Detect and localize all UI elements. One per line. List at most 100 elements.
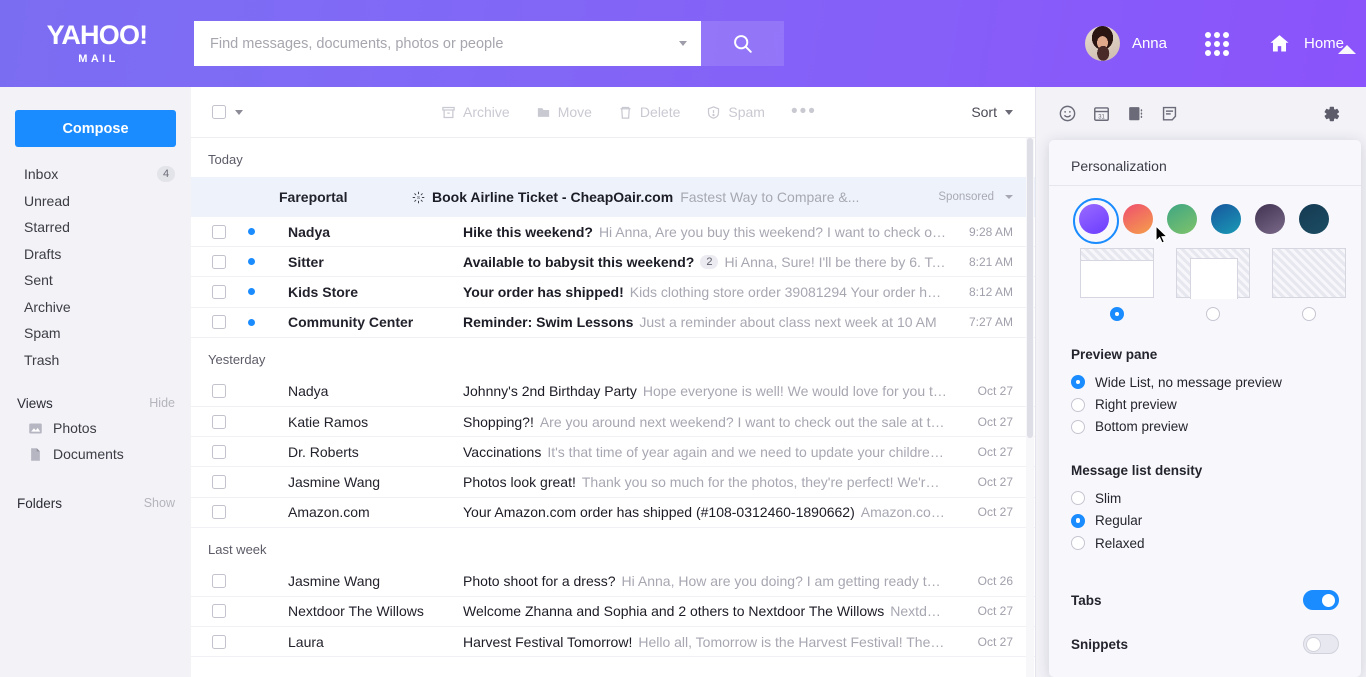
density-radio[interactable]	[1071, 513, 1085, 528]
theme-sunset[interactable]	[1123, 204, 1153, 234]
row-checkbox[interactable]	[212, 474, 226, 489]
theme-purple[interactable]	[1073, 198, 1119, 244]
search-dropdown-chevron-down-icon[interactable]	[679, 41, 687, 46]
sponsored-row[interactable]: Fareportal S Book Airline Ticket - Cheap…	[191, 177, 1035, 217]
search-button[interactable]	[701, 21, 784, 66]
table-row[interactable]: Community Center Reminder: Swim Lessons …	[191, 307, 1035, 338]
layout-full-pattern-radio[interactable]	[1302, 307, 1316, 321]
sidebar-view-documents[interactable]: Documents	[0, 441, 191, 467]
layout-top-band-radio[interactable]	[1110, 307, 1124, 321]
sort-button[interactable]: Sort	[971, 104, 1013, 120]
theme-ocean[interactable]	[1211, 204, 1241, 234]
sidebar-item-trash[interactable]: Trash	[0, 347, 191, 374]
preview-pane-radio[interactable]	[1071, 375, 1085, 390]
preview-pane-radio[interactable]	[1071, 397, 1085, 412]
message-list-scrollbar[interactable]	[1026, 138, 1034, 677]
sidebar-item-sent[interactable]: Sent	[0, 267, 191, 294]
user-menu[interactable]: Anna	[1084, 26, 1205, 61]
row-checkbox[interactable]	[212, 414, 226, 429]
contacts-icon[interactable]	[1118, 99, 1152, 129]
row-checkbox[interactable]	[212, 254, 226, 269]
table-row[interactable]: Katie Ramos Shopping?! Are you around ne…	[191, 406, 1035, 438]
row-checkbox[interactable]	[212, 315, 226, 330]
folders-show-toggle[interactable]: Show	[144, 496, 175, 510]
layout-top-band[interactable]	[1080, 248, 1154, 321]
row-body: Your order has shipped! Kids clothing st…	[463, 284, 947, 300]
view-label: Documents	[53, 446, 124, 462]
calendar-icon[interactable]: 31	[1084, 99, 1118, 129]
message-list-pane: Archive Move Delete Spam ••• Sort Today …	[191, 87, 1036, 677]
select-all-checkbox[interactable]	[212, 105, 226, 119]
snippets-toggle[interactable]	[1303, 634, 1339, 655]
table-row[interactable]: Nadya Johnny's 2nd Birthday Party Hope e…	[191, 376, 1035, 407]
row-checkbox[interactable]	[212, 384, 226, 399]
sidebar-item-archive[interactable]: Archive	[0, 294, 191, 321]
layout-center-frame[interactable]	[1176, 248, 1250, 321]
table-row[interactable]: Amazon.com Your Amazon.com order has shi…	[191, 497, 1035, 528]
tabs-toggle[interactable]	[1303, 590, 1339, 611]
views-hide-toggle[interactable]: Hide	[149, 396, 175, 410]
search-box[interactable]	[194, 21, 701, 66]
density-option[interactable]: Regular	[1049, 510, 1361, 532]
table-row[interactable]: Sitter Available to babysit this weekend…	[191, 247, 1035, 278]
table-row[interactable]: Nadya Hike this weekend? Hi Anna, Are yo…	[191, 217, 1035, 248]
preview-pane-radio[interactable]	[1071, 419, 1085, 434]
preview-pane-option[interactable]: Right preview	[1049, 393, 1361, 415]
row-checkbox[interactable]	[212, 444, 226, 459]
sidebar-item-inbox[interactable]: Inbox 4	[0, 161, 191, 188]
ad-chevron-down-icon[interactable]	[1005, 195, 1013, 199]
sidebar-item-spam[interactable]: Spam	[0, 320, 191, 347]
scrollbar-thumb[interactable]	[1027, 138, 1033, 438]
row-checkbox[interactable]	[212, 505, 226, 520]
row-checkbox[interactable]	[212, 604, 226, 619]
sidebar-view-photos[interactable]: Photos	[0, 415, 191, 441]
row-snippet: Hope everyone is well! We would love for…	[642, 383, 947, 400]
sidebar: Compose Inbox 4 Unread Starred Drafts Se…	[0, 87, 191, 677]
row-checkbox[interactable]	[212, 574, 226, 589]
row-snippet: Thank you so much for the photos, they'r…	[581, 473, 947, 490]
theme-green[interactable]	[1167, 204, 1197, 234]
delete-button[interactable]: Delete	[618, 104, 680, 120]
archive-button[interactable]: Archive	[441, 104, 510, 120]
row-checkbox[interactable]	[212, 634, 226, 649]
row-checkbox[interactable]	[212, 284, 226, 299]
move-button[interactable]: Move	[536, 104, 592, 120]
more-actions-button[interactable]: •••	[791, 103, 817, 121]
ad-sender: Fareportal	[279, 189, 348, 205]
density-radio[interactable]	[1071, 536, 1085, 551]
home-icon	[1270, 35, 1289, 52]
row-sender: Nadya	[288, 383, 329, 400]
density-radio[interactable]	[1071, 491, 1085, 506]
notepad-icon[interactable]	[1152, 99, 1186, 129]
table-row[interactable]: Nextdoor The Willows Welcome Zhanna and …	[191, 596, 1035, 628]
gear-icon[interactable]	[1314, 99, 1348, 129]
sidebar-item-drafts[interactable]: Drafts	[0, 241, 191, 268]
apps-grid-icon[interactable]	[1204, 31, 1229, 56]
compose-button[interactable]: Compose	[15, 110, 176, 147]
layout-center-frame-radio[interactable]	[1206, 307, 1220, 321]
search-input[interactable]	[210, 35, 679, 52]
row-checkbox[interactable]	[212, 224, 226, 239]
sidebar-item-starred[interactable]: Starred	[0, 214, 191, 241]
row-sender: Jasmine Wang	[288, 573, 381, 590]
density-option[interactable]: Slim	[1049, 487, 1361, 509]
table-row[interactable]: Jasmine Wang Photos look great! Thank yo…	[191, 467, 1035, 498]
select-all-chevron-down-icon[interactable]	[235, 109, 243, 115]
table-row[interactable]: Kids Store Your order has shipped! Kids …	[191, 277, 1035, 308]
table-row[interactable]: Laura Harvest Festival Tomorrow! Hello a…	[191, 627, 1035, 658]
sidebar-item-unread[interactable]: Unread	[0, 188, 191, 215]
table-row[interactable]: Jasmine Wang Photo shoot for a dress? Hi…	[191, 566, 1035, 597]
layout-full-pattern[interactable]	[1272, 248, 1346, 321]
density-option[interactable]: Relaxed	[1049, 532, 1361, 554]
home-link[interactable]: Home	[1267, 32, 1344, 55]
preview-pane-option[interactable]: Bottom preview	[1049, 416, 1361, 438]
preview-pane-option[interactable]: Wide List, no message preview	[1049, 371, 1361, 393]
theme-navy[interactable]	[1299, 204, 1329, 234]
table-row[interactable]: Dr. Roberts Vaccinations It's that time …	[191, 437, 1035, 468]
yahoo-mail-logo[interactable]: YAHOO! MAIL	[2, 22, 192, 66]
row-sender: Sitter	[288, 253, 324, 270]
smiley-icon[interactable]	[1050, 99, 1084, 129]
theme-plum[interactable]	[1255, 204, 1285, 234]
delete-label: Delete	[639, 104, 681, 120]
spam-button[interactable]: Spam	[706, 104, 765, 120]
